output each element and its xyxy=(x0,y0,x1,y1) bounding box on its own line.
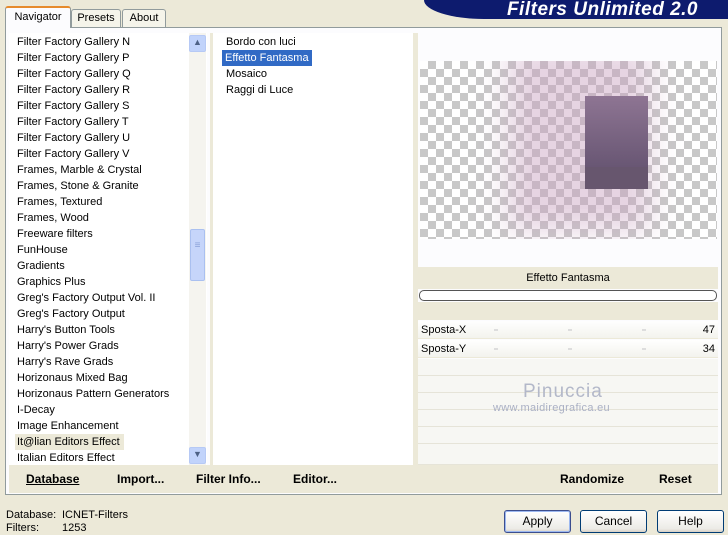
category-item[interactable]: FunHouse xyxy=(17,242,68,258)
empty-control-row xyxy=(418,444,718,465)
preview-image xyxy=(420,61,717,239)
filter-item[interactable]: Raggi di Luce xyxy=(223,82,296,98)
tick-mark xyxy=(642,348,646,350)
category-item[interactable]: Frames, Stone & Granite xyxy=(17,178,139,194)
database-link-label: Database xyxy=(26,472,80,486)
category-item[interactable]: Filter Factory Gallery R xyxy=(17,82,130,98)
tab-navigator[interactable]: Navigator xyxy=(5,6,71,28)
import-link[interactable]: Import... xyxy=(117,472,164,486)
tick-mark xyxy=(568,348,572,350)
tile-shade xyxy=(585,167,648,189)
category-list[interactable]: Filter Factory Gallery N Filter Factory G… xyxy=(9,33,207,465)
watermark-name: Pinuccia xyxy=(523,381,603,402)
slider-sposta-y[interactable]: Sposta-Y 34 xyxy=(418,340,718,358)
panel-spacer xyxy=(418,302,718,320)
slider-label: Sposta-X xyxy=(421,324,467,336)
tab-about[interactable]: About xyxy=(122,9,166,27)
randomize-link[interactable]: Randomize xyxy=(560,472,624,486)
filter-item[interactable]: Bordo con luci xyxy=(223,34,299,50)
category-item[interactable]: Filter Factory Gallery P xyxy=(17,50,129,66)
help-button[interactable]: Help xyxy=(657,510,724,533)
watermark-url: www.maidiregrafica.eu xyxy=(493,402,610,414)
category-item[interactable]: Harry's Power Grads xyxy=(17,338,119,354)
status-database-value: ICNET-Filters xyxy=(62,509,128,521)
category-item[interactable]: Gradients xyxy=(17,258,65,274)
category-item[interactable]: Filter Factory Gallery U xyxy=(17,130,130,146)
database-link[interactable]: Database xyxy=(26,472,79,486)
empty-control-row xyxy=(418,427,718,444)
empty-control-row xyxy=(418,359,718,376)
chevron-down-icon: ▼ xyxy=(193,449,202,459)
category-item[interactable]: Harry's Button Tools xyxy=(17,322,115,338)
reset-link[interactable]: Reset xyxy=(659,472,692,486)
filter-info-link[interactable]: Filter Info... xyxy=(196,472,261,486)
scroll-up-button[interactable]: ▲ xyxy=(189,35,206,52)
progress-bar xyxy=(419,290,717,301)
category-item[interactable]: Filter Factory Gallery Q xyxy=(17,66,131,82)
category-item[interactable]: Italian Editors Effect xyxy=(17,450,115,466)
category-item[interactable]: Greg's Factory Output Vol. II xyxy=(17,290,155,306)
category-item[interactable]: Filter Factory Gallery V xyxy=(17,146,129,162)
status-database-label: Database: xyxy=(6,509,57,521)
category-item[interactable]: I-Decay xyxy=(17,402,55,418)
category-item[interactable]: Filter Factory Gallery S xyxy=(17,98,129,114)
category-item[interactable]: Horizonaus Mixed Bag xyxy=(17,370,128,386)
apply-button[interactable]: Apply xyxy=(504,510,571,533)
slider-label: Sposta-Y xyxy=(421,343,467,355)
scroll-thumb[interactable]: ≡ xyxy=(190,229,205,281)
category-item[interactable]: Frames, Marble & Crystal xyxy=(17,162,142,178)
preview-tile xyxy=(585,96,648,189)
slider-value: 34 xyxy=(702,343,715,355)
tick-mark xyxy=(568,329,572,331)
category-item[interactable]: Horizonaus Pattern Generators xyxy=(17,386,169,402)
tick-mark xyxy=(642,329,646,331)
category-item[interactable]: Filter Factory Gallery N xyxy=(17,34,130,50)
filter-item[interactable]: Mosaico xyxy=(223,66,270,82)
slider-value: 47 xyxy=(702,324,715,336)
category-item[interactable]: Frames, Wood xyxy=(17,210,89,226)
filter-item[interactable]: Effetto Fantasma xyxy=(222,50,312,66)
filter-list[interactable]: Bordo con luci Effetto Fantasma Mosaico Rag… xyxy=(213,33,413,465)
filter-name-label: Effetto Fantasma xyxy=(418,267,718,289)
editor-link[interactable]: Editor... xyxy=(293,472,337,486)
status-filters-value: 1253 xyxy=(62,522,87,534)
app-title: Filters Unlimited 2.0 xyxy=(506,0,698,19)
category-item[interactable]: Harry's Rave Grads xyxy=(17,354,113,370)
status-filters-label: Filters: xyxy=(6,522,39,534)
category-item[interactable]: Freeware filters xyxy=(17,226,93,242)
category-scrollbar[interactable]: ▲ ≡ ▼ xyxy=(189,33,206,465)
category-item[interactable]: Greg's Factory Output xyxy=(17,306,125,322)
category-item[interactable]: Filter Factory Gallery T xyxy=(17,114,129,130)
category-item[interactable]: It@lian Editors Effect xyxy=(15,434,124,450)
app-banner: Filters Unlimited 2.0 xyxy=(424,0,728,19)
scroll-down-button[interactable]: ▼ xyxy=(189,447,206,464)
category-item[interactable]: Frames, Textured xyxy=(17,194,102,210)
tab-presets[interactable]: Presets xyxy=(71,9,121,27)
tick-mark xyxy=(494,348,498,350)
slider-sposta-x[interactable]: Sposta-X 47 xyxy=(418,321,718,339)
status-database: Database: ICNET-Filters xyxy=(6,509,128,522)
category-item[interactable]: Graphics Plus xyxy=(17,274,85,290)
cancel-button[interactable]: Cancel xyxy=(580,510,647,533)
chevron-up-icon: ▲ xyxy=(193,37,202,47)
status-filters: Filters: 1253 xyxy=(6,522,86,535)
tick-mark xyxy=(494,329,498,331)
category-item[interactable]: Image Enhancement xyxy=(17,418,119,434)
grip-icon: ≡ xyxy=(194,240,201,251)
